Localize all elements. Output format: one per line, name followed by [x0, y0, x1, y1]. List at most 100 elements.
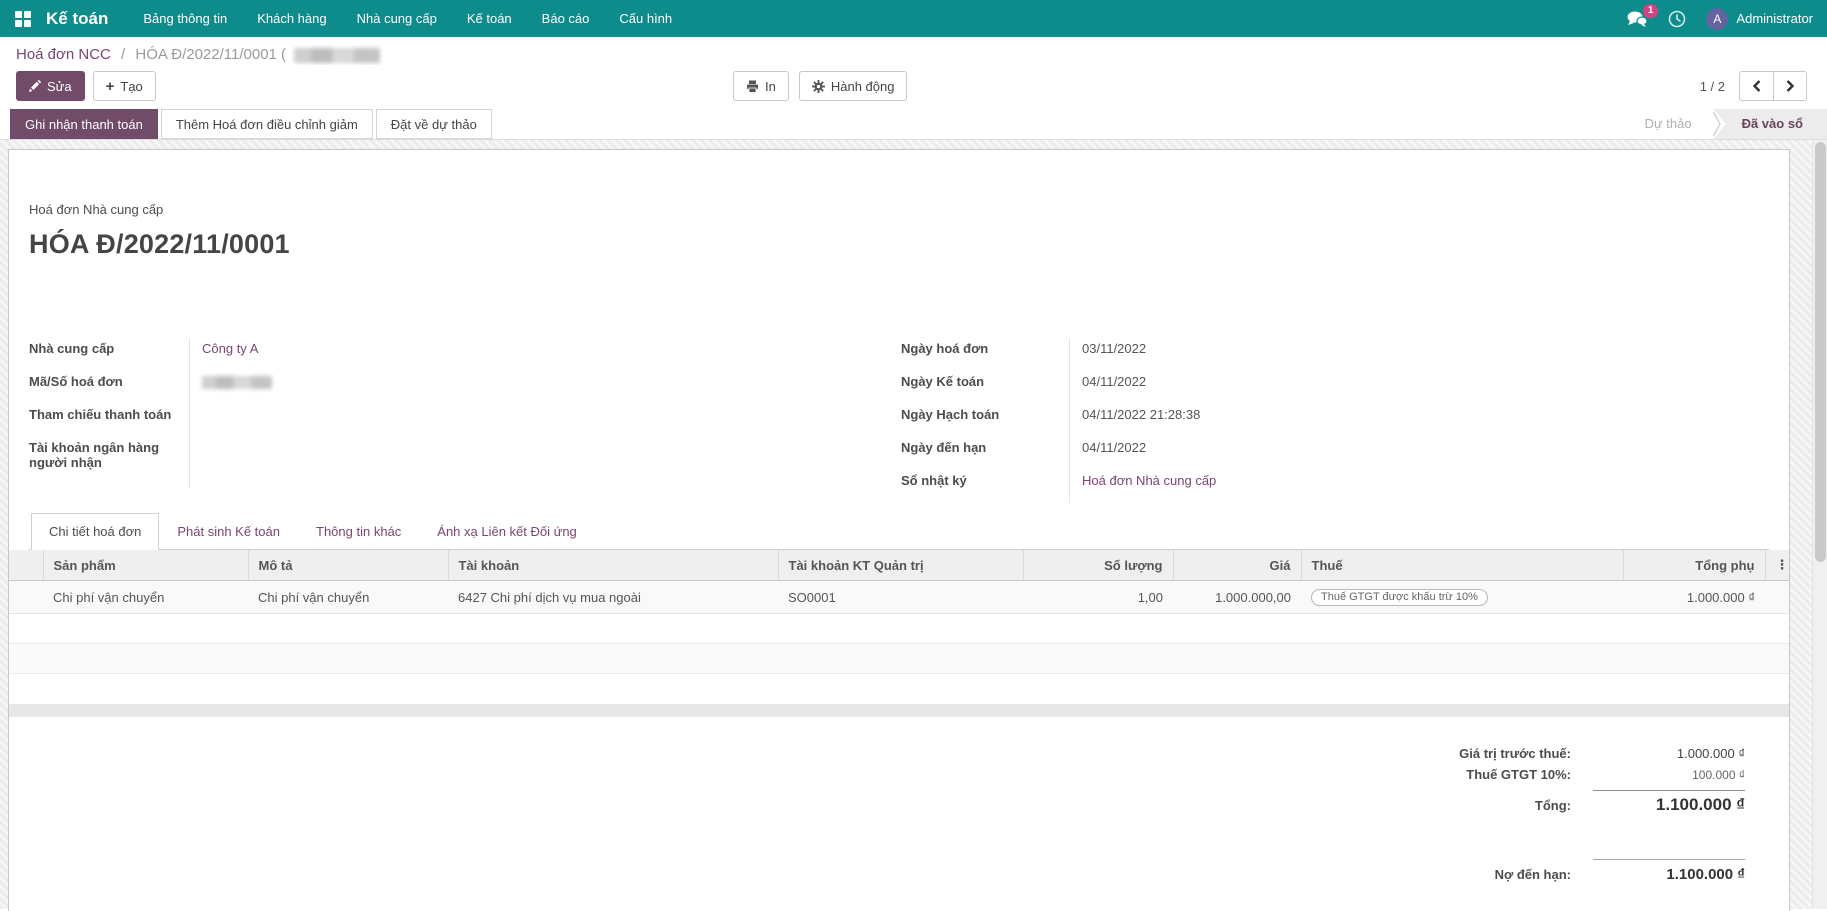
control-panel: Sửa + Tạo In Hành động 1 / 2	[0, 65, 1827, 109]
menu-customers[interactable]: Khách hàng	[242, 0, 341, 37]
plus-icon: +	[105, 77, 115, 95]
edit-pencil-icon	[29, 80, 41, 92]
total-amount-row: Tổng: 1.100.000 ₫	[1385, 787, 1745, 818]
journal-link[interactable]: Hoá đơn Nhà cung cấp	[1082, 473, 1216, 488]
cell-product: Chi phí vận chuyển	[53, 589, 165, 605]
handle-column-header	[9, 550, 44, 581]
field-label: Ngày hoá đơn	[901, 341, 989, 356]
untaxed-amount-value: 1.000.000 ₫	[1676, 745, 1745, 761]
invoice-form-sheet: Hoá đơn Nhà cung cấp HÓA Đ/2022/11/0001 …	[8, 149, 1790, 911]
tab-other-info[interactable]: Thông tin khác	[298, 513, 419, 550]
avatar: A	[1706, 7, 1729, 30]
status-step-posted: Đã vào sổ	[1713, 109, 1827, 139]
redacted-invoice-number	[202, 376, 272, 390]
content-area: Hoá đơn Nhà cung cấp HÓA Đ/2022/11/0001 …	[0, 140, 1827, 911]
row-handle-cell	[9, 581, 43, 614]
tab-journal-items[interactable]: Phát sinh Kế toán	[159, 513, 298, 550]
messages-button[interactable]: 1	[1626, 3, 1659, 27]
cell-quantity: 1,00	[1137, 589, 1163, 605]
status-step-draft[interactable]: Dự thảo	[1625, 109, 1712, 139]
menu-accounting[interactable]: Kế toán	[452, 0, 527, 37]
app-name[interactable]: Kế toán	[46, 9, 108, 29]
amount-due-label: Nợ đến hạn:	[1494, 866, 1571, 882]
scrollbar[interactable]	[1812, 140, 1827, 909]
action-button[interactable]: Hành động	[798, 71, 908, 101]
empty-row	[9, 643, 1789, 674]
pager-counter: 1 / 2	[1699, 78, 1725, 94]
field-recipient-bank: Tài khoản ngân hàng người nhận	[29, 437, 769, 489]
breadcrumb-current: HÓA Đ/2022/11/0001 (	[135, 46, 287, 63]
notebook-tabs: Chi tiết hoá đơn Phát sinh Kế toán Thông…	[29, 513, 1769, 550]
create-button-label: Tạo	[120, 78, 143, 94]
amount-due-value: 1.100.000 ₫	[1593, 858, 1745, 883]
menu-configuration[interactable]: Cấu hình	[604, 0, 687, 37]
invoice-date-value: 03/11/2022	[1069, 338, 1601, 371]
pager-prev-button[interactable]	[1739, 71, 1773, 101]
apps-menu-button[interactable]	[8, 0, 38, 37]
odoo-accounting-app: Kế toán Bảng thông tin Khách hàng Nhà cu…	[0, 0, 1827, 911]
cell-analytic-account: SO0001	[788, 589, 836, 605]
menu-dashboard[interactable]: Bảng thông tin	[128, 0, 242, 37]
add-credit-note-button[interactable]: Thêm Hoá đơn điều chỉnh giảm	[160, 109, 373, 139]
pager-next-button[interactable]	[1773, 71, 1807, 101]
cell-account: 6427 Chi phí dịch vụ mua ngoài	[458, 589, 641, 605]
menu-vendors[interactable]: Nhà cung cấp	[342, 0, 452, 37]
column-taxes[interactable]: Thuế	[1301, 550, 1624, 581]
column-account[interactable]: Tài khoản	[448, 550, 779, 581]
print-button-label: In	[765, 78, 776, 94]
status-pipeline: Dự thảo Đã vào sổ	[1625, 109, 1827, 139]
field-label: Nhà cung cấp	[29, 341, 115, 356]
invoice-lines-table: Sản phẩm Mô tả Tài khoản Tài khoản KT Qu…	[9, 550, 1789, 704]
gear-icon	[811, 79, 825, 93]
redacted-breadcrumb-text	[294, 47, 381, 63]
tab-invoice-lines[interactable]: Chi tiết hoá đơn	[31, 513, 160, 550]
field-value-empty[interactable]	[189, 437, 769, 489]
action-button-label: Hành động	[830, 78, 895, 94]
printer-icon	[747, 80, 758, 93]
column-quantity[interactable]: Số lượng	[1023, 550, 1174, 581]
chevron-left-icon	[1752, 80, 1760, 92]
activities-button[interactable]	[1668, 10, 1686, 28]
total-amount-value: 1.100.000 ₫	[1593, 789, 1745, 815]
field-label: Sổ nhật ký	[901, 473, 967, 488]
vendor-link[interactable]: Công ty A	[202, 341, 258, 356]
column-subtotal[interactable]: Tổng phụ	[1623, 550, 1766, 581]
column-analytic-account[interactable]: Tài khoản KT Quản trị	[778, 550, 1024, 581]
table-header-row: Sản phẩm Mô tả Tài khoản Tài khoản KT Qu…	[9, 550, 1789, 581]
column-description[interactable]: Mô tả	[248, 550, 449, 581]
row-options-cell	[1765, 581, 1789, 614]
invoice-line-row[interactable]: Chi phí vận chuyển Chi phí vận chuyển 64…	[9, 580, 1789, 614]
column-product[interactable]: Sản phẩm	[43, 550, 249, 581]
field-value-empty[interactable]	[189, 404, 769, 437]
accounting-date-value: 04/11/2022	[1069, 371, 1601, 404]
messages-badge: 1	[1642, 3, 1659, 18]
column-price[interactable]: Giá	[1173, 550, 1302, 581]
menu-reports[interactable]: Báo cáo	[527, 0, 605, 37]
tax-amount-value: 100.000 ₫	[1692, 767, 1745, 782]
total-amount-label: Tổng:	[1534, 797, 1571, 813]
breadcrumb-parent[interactable]: Hoá đơn NCC	[16, 46, 111, 63]
clock-icon	[1669, 10, 1686, 27]
chevron-right-icon	[1786, 80, 1795, 92]
create-button[interactable]: + Tạo	[92, 71, 156, 101]
reset-to-draft-button[interactable]: Đặt về dự thảo	[375, 109, 492, 139]
edit-button-label: Sửa	[47, 78, 72, 94]
cell-price: 1.000.000,00	[1215, 589, 1291, 605]
field-payment-reference: Tham chiếu thanh toán	[29, 404, 769, 437]
field-label: Ngày đến hạn	[901, 440, 987, 455]
posting-date-value: 04/11/2022 21:28:38	[1069, 404, 1601, 437]
scrollbar-thumb[interactable]	[1815, 142, 1826, 562]
cell-subtotal: 1.000.000 ₫	[1686, 589, 1755, 605]
register-payment-button[interactable]: Ghi nhận thanh toán	[10, 109, 158, 139]
print-button[interactable]: In	[733, 71, 789, 101]
tab-counterpart-mapping[interactable]: Ánh xạ Liên kết Đối ứng	[419, 513, 595, 550]
field-posting-date: Ngày Hạch toán 04/11/2022 21:28:38	[901, 404, 1601, 437]
edit-button[interactable]: Sửa	[16, 71, 85, 101]
empty-row	[9, 673, 1789, 704]
field-journal: Sổ nhật ký Hoá đơn Nhà cung cấp	[901, 470, 1601, 503]
cell-description: Chi phí vận chuyển	[258, 589, 370, 605]
list-footer-bar	[9, 703, 1789, 717]
user-menu[interactable]: A Administrator	[1706, 7, 1813, 30]
column-options-icon[interactable]: ⋮	[1765, 550, 1789, 581]
breadcrumb-separator: /	[121, 46, 126, 63]
